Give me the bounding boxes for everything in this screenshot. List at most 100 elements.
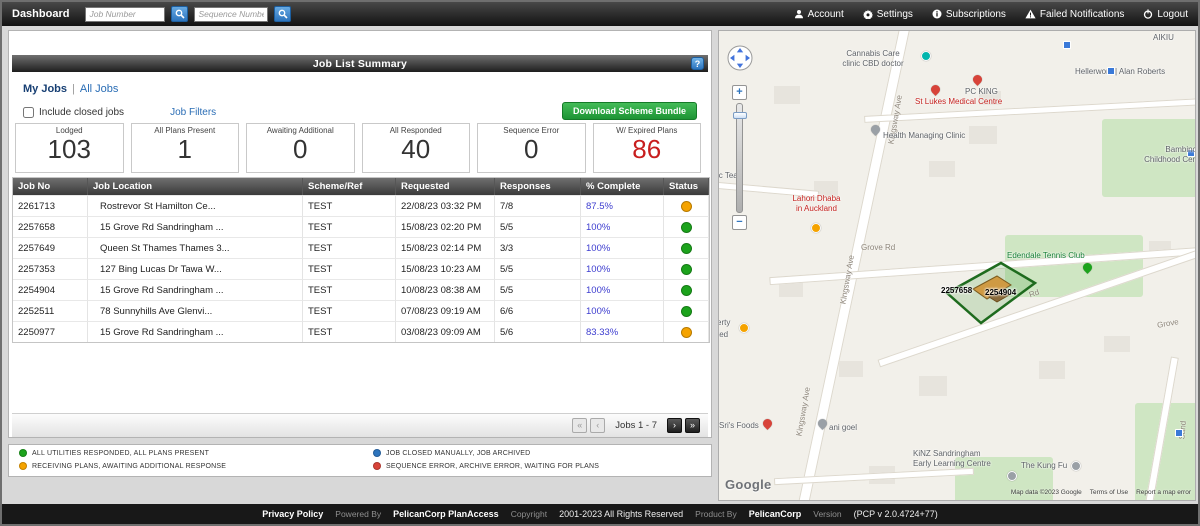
column-requested[interactable]: Requested [396, 178, 495, 195]
status-dot [680, 263, 692, 275]
product-by-link[interactable]: PelicanCorp [749, 509, 802, 519]
table-row[interactable]: 2252511 78 Sunnyhills Ave Glenvi... TEST… [13, 300, 709, 321]
include-closed-jobs-checkbox[interactable] [23, 107, 34, 118]
logout-menu-item[interactable]: Logout [1143, 9, 1188, 20]
label-line: Early Learning Centre [913, 458, 991, 468]
cell-responses: 5/5 [495, 279, 581, 300]
map-label-partial-erty-ted: erty ted [719, 317, 730, 341]
google-logo[interactable]: Google [725, 477, 772, 492]
privacy-policy-link[interactable]: Privacy Policy [262, 509, 323, 519]
gear-icon [862, 9, 873, 19]
tab-my-jobs[interactable]: My Jobs [23, 83, 67, 95]
zoom-slider-handle[interactable] [732, 112, 747, 119]
poi-icon [1071, 461, 1081, 471]
job-number-input[interactable] [85, 6, 166, 22]
lahori-restaurant-poi-icon [811, 223, 821, 233]
cell-requested: 15/08/23 10:23 AM [396, 258, 495, 279]
label-line: Cannabis Care [846, 49, 900, 58]
map-canvas[interactable]: 2257658 2254904 AIKIU Cannabis Care clin… [718, 30, 1196, 501]
column-job-location[interactable]: Job Location [88, 178, 303, 195]
map-building [1104, 336, 1130, 352]
include-closed-jobs-label: Include closed jobs [39, 107, 125, 118]
footer-bar: Privacy Policy Powered By PelicanCorp Pl… [2, 504, 1198, 524]
failed-notifications-menu-item[interactable]: Failed Notifications [1025, 9, 1124, 20]
cell-responses: 5/5 [495, 258, 581, 279]
cell-job-no: 2261713 [13, 195, 88, 216]
table-row[interactable]: 2254904 15 Grove Rd Sandringham ... TEST… [13, 279, 709, 300]
subscriptions-menu-item[interactable]: Subscriptions [932, 9, 1006, 20]
table-row[interactable]: 2250977 15 Grove Rd Sandringham ... TEST… [13, 321, 709, 342]
map-label-health-managing-clinic: Health Managing Clinic [883, 131, 966, 140]
stat-awaiting-additional: Awaiting Additional 0 [246, 123, 355, 173]
stat-value: 86 [632, 134, 662, 164]
status-dot [680, 242, 692, 254]
cell-job-no: 2250977 [13, 321, 88, 342]
map-marker-job-2257658[interactable]: 2257658 [941, 286, 972, 295]
cell-requested: 10/08/23 08:38 AM [396, 279, 495, 300]
map-pan-control[interactable] [727, 45, 753, 71]
legend-item: ALL UTILITIES RESPONDED, ALL PLANS PRESE… [19, 449, 209, 457]
map-label-st-lukes: St Lukes Medical Centre [915, 97, 1003, 106]
table-row[interactable]: 2257353 127 Bing Lucas Dr Tawa W... TEST… [13, 258, 709, 279]
sequence-number-search-button[interactable] [274, 6, 292, 22]
stat-value: 40 [401, 134, 431, 164]
terms-of-use-link[interactable]: Terms of Use [1090, 489, 1128, 496]
cell-job-no: 2254904 [13, 279, 88, 300]
map-building [1039, 361, 1065, 379]
previous-page-button[interactable]: ‹ [590, 418, 606, 433]
label-line: Lahori Dhaba [792, 194, 841, 203]
map-building [774, 86, 800, 104]
column-responses[interactable]: Responses [495, 178, 581, 195]
account-menu-item[interactable]: Account [794, 9, 844, 20]
cell-job-location: Rostrevor St Hamilton Ce... [88, 195, 303, 216]
map-label-kinz: KiNZ Sandringham Early Learning Centre [913, 449, 991, 468]
warning-icon [1025, 9, 1036, 19]
status-dot [680, 326, 692, 338]
last-page-button[interactable]: » [685, 418, 700, 433]
dashboard-link[interactable]: Dashboard [12, 8, 69, 20]
column-percent-complete[interactable]: % Complete [581, 178, 664, 195]
logout-label: Logout [1157, 8, 1188, 20]
column-status[interactable]: Status [664, 178, 709, 195]
cell-percent-complete: 100% [581, 300, 664, 321]
map-marker-job-2254904[interactable]: 2254904 [985, 288, 1016, 297]
table-row[interactable]: 2257658 15 Grove Rd Sandringham ... TEST… [13, 216, 709, 237]
sequence-number-input[interactable] [194, 6, 269, 22]
label-line: clinic CBD doctor [842, 58, 904, 68]
column-scheme-ref[interactable]: Scheme/Ref [303, 178, 396, 195]
cell-job-location: 15 Grove Rd Sandringham ... [88, 321, 303, 342]
stat-all-plans-present: All Plans Present 1 [130, 123, 239, 173]
search-icon [175, 9, 185, 19]
cell-percent-complete: 100% [581, 279, 664, 300]
table-row[interactable]: 2261713 Rostrevor St Hamilton Ce... TEST… [13, 195, 709, 216]
version-label: Version [813, 509, 842, 519]
cell-percent-complete: 100% [581, 237, 664, 258]
powered-by-label: Powered By [335, 509, 382, 519]
pagination-label: Jobs 1 - 7 [615, 420, 657, 431]
table-row[interactable]: 2257649 Queen St Thames Thames 3... TEST… [13, 237, 709, 258]
status-dot [680, 221, 692, 233]
map-building [969, 126, 997, 144]
map-label-kung-fu: The Kung Fu [1021, 461, 1068, 470]
cell-responses: 3/3 [495, 237, 581, 258]
next-page-button[interactable]: › [667, 418, 682, 433]
job-number-search-button[interactable] [171, 6, 189, 22]
column-job-no[interactable]: Job No [13, 178, 88, 195]
stat-value: 103 [47, 134, 91, 164]
report-map-error-link[interactable]: Report a map error [1136, 489, 1191, 496]
powered-by-link[interactable]: PelicanCorp PlanAccess [393, 509, 499, 519]
cell-status [664, 321, 709, 342]
map-label-partial-tea: lc Tea [718, 171, 738, 180]
first-page-button[interactable]: « [572, 418, 588, 433]
cell-status [664, 237, 709, 258]
settings-menu-item[interactable]: Settings [862, 9, 913, 20]
zoom-in-button[interactable]: + [732, 85, 747, 100]
cell-job-location: 15 Grove Rd Sandringham ... [88, 216, 303, 237]
job-filters-link[interactable]: Job Filters [170, 107, 216, 118]
cell-job-no: 2257649 [13, 237, 88, 258]
zoom-slider-track[interactable] [732, 103, 747, 213]
help-button[interactable]: ? [691, 57, 704, 70]
download-scheme-bundle-button[interactable]: Download Scheme Bundle [561, 102, 697, 120]
tab-all-jobs[interactable]: All Jobs [80, 83, 119, 95]
zoom-out-button[interactable]: − [732, 215, 747, 230]
